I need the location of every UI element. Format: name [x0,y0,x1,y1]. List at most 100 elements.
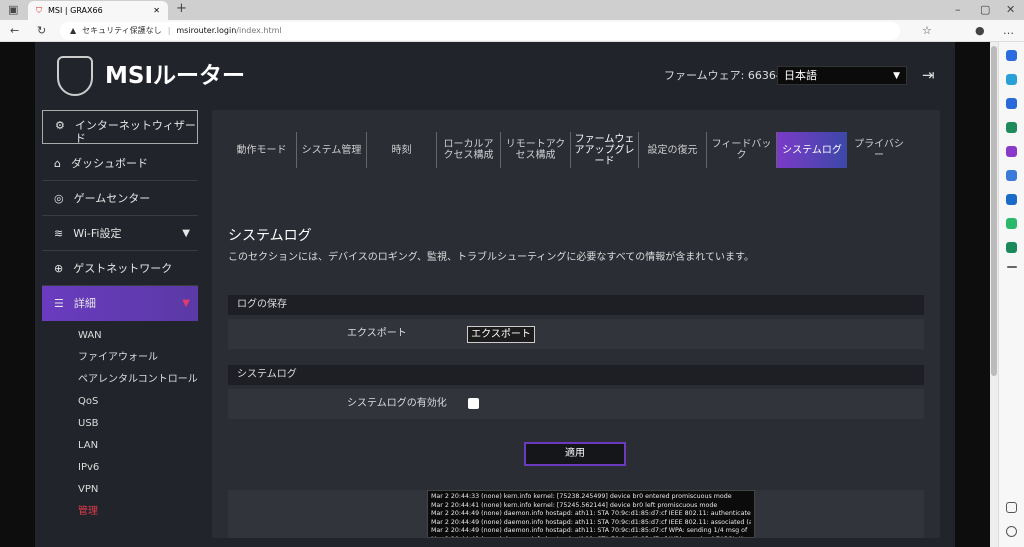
firmware-version: ファームウェア: 663648 [664,69,790,82]
sidebar-item-advanced[interactable]: ☰ 詳細 ▼ [42,286,198,321]
export-button[interactable]: エクスポート [467,326,535,343]
sidebar-sub-firewall[interactable]: ファイアウォール [42,347,198,369]
sidebar-sub-vpn[interactable]: VPN [42,479,198,501]
router-page: MSIルーター ファームウェア: 663648 日本語 ▼ ⇥ ⚙ インターネットウ… [0,42,990,547]
sidebar-item-dashboard[interactable]: ⌂ ダッシュボード [42,146,198,181]
divider [1007,266,1017,268]
sidebar-sub-usb[interactable]: USB [42,413,198,435]
address-bar-row: ← ↻ ▲ セキュリティ保護なし | msirouter.login/index… [0,20,1024,42]
address-bar[interactable]: ▲ セキュリティ保護なし | msirouter.login/index.htm… [60,22,900,40]
gear-icon: ⚙ [55,119,65,132]
tab-operation-mode[interactable]: 動作モード [227,132,297,168]
profile-icon[interactable]: ● [975,24,985,37]
log-textarea[interactable]: Mar 2 20:44:33 (none) kern.info kernel: … [427,490,755,538]
sidebar-sub-wan[interactable]: WAN [42,325,198,347]
tab-title: MSI | GRAX66 [48,5,103,15]
section-header-save-log: ログの保存 [228,295,924,315]
section-header-system-log: システムログ [228,365,924,385]
advanced-submenu: WAN ファイアウォール ペアレンタルコントロール QoS USB LAN IP… [42,321,198,523]
sidebar-sub-admin[interactable]: 管理 [42,501,198,523]
main-panel: 動作モード システム管理 時刻 ローカルアクセス構成 リモートアクセス構成 ファ… [212,110,940,538]
apply-button[interactable]: 適用 [524,442,626,466]
warning-icon: ▲ [70,26,77,35]
sidebar-sub-parental[interactable]: ペアレンタルコントロール [42,369,198,391]
page-title: システムログ [228,228,312,244]
tab-system-management[interactable]: システム管理 [297,132,367,168]
tab-time[interactable]: 時刻 [367,132,437,168]
language-select[interactable]: 日本語 ▼ [777,66,907,85]
browser-tab-bar: ▣ ⛉ MSI | GRAX66 ✕ + – ▢ ✕ [0,0,1024,20]
enable-log-row [228,389,924,419]
logout-icon[interactable]: ⇥ [922,66,935,84]
sidebar-item-label: Wi-Fi設定 [73,226,122,240]
sidebar-item-label: インターネットウィザード [74,119,196,145]
sidebar-sub-lan[interactable]: LAN [42,435,198,457]
games-icon[interactable] [1006,146,1017,157]
log-area: Mar 2 20:44:33 (none) kern.info kernel: … [228,490,924,538]
enable-log-checkbox[interactable] [468,398,479,409]
enable-log-label: システムログの有効化 [347,398,447,409]
log-line: Mar 2 20:44:33 (none) kern.info kernel: … [431,493,732,500]
sidebar-item-label: ゲームセンター [73,191,151,205]
page-scrollbar[interactable] [990,42,998,547]
tab-actions-icon[interactable]: ▣ [8,3,18,16]
brand-title: MSIルーター [105,63,246,89]
tree-icon[interactable] [1006,242,1017,253]
sliders-icon: ☰ [54,297,64,310]
sidebar-item-label: 詳細 [73,297,96,310]
language-value: 日本語 [784,69,817,82]
msi-dragon-logo [57,56,93,96]
log-line: Mar 2 20:44:41 (none) kern.info kernel: … [431,501,718,509]
log-line: Mar 2 20:44:49 (none) daemon.info hostap… [431,527,748,534]
back-icon[interactable]: ← [10,24,19,37]
export-row [228,319,924,349]
settings-icon[interactable] [1006,526,1017,537]
maximize-icon[interactable]: ▢ [980,3,990,16]
send-icon[interactable] [1006,218,1017,229]
refresh-icon[interactable]: ↻ [37,24,46,37]
sidebar-item-wifi[interactable]: ≋ Wi-Fi設定 ▼ [42,216,198,251]
page-description: このセクションには、デバイスのロギング、監視、トラブルシューティングに必要なすべ… [228,252,754,263]
tab-system-log[interactable]: システムログ [777,132,847,168]
tab-remote-access[interactable]: リモートアクセス構成 [501,132,571,168]
search-icon[interactable] [1006,50,1017,61]
outlook-icon[interactable] [1006,194,1017,205]
tag-icon[interactable] [1006,98,1017,109]
sidebar-toggle-icon[interactable] [1006,502,1017,513]
sidebar-item-game-center[interactable]: ◎ ゲームセンター [42,181,198,216]
export-label: エクスポート [347,328,407,339]
wifi-icon: ≋ [54,226,64,240]
sidebar-sub-qos[interactable]: QoS [42,391,198,413]
browser-side-panel [998,42,1024,547]
close-window-icon[interactable]: ✕ [1006,3,1015,16]
sidebar-sub-ipv6[interactable]: IPv6 [42,457,198,479]
bing-icon[interactable] [1006,74,1017,85]
log-line: Mar 2 20:44:49 (none) daemon.info hostap… [431,536,751,538]
tab-firmware-upgrade[interactable]: ファームウェアアップグレード [571,132,639,168]
tab-privacy[interactable]: プライバシー [847,132,911,168]
close-tab-icon[interactable]: ✕ [153,6,160,16]
briefcase-icon[interactable] [1006,122,1017,133]
log-line: Mar 2 20:44:49 (none) daemon.info hostap… [431,510,751,517]
minimize-icon[interactable]: – [955,3,961,16]
scrollbar-thumb[interactable] [991,46,997,376]
office-icon[interactable] [1006,170,1017,181]
dropdown-arrow-icon: ▼ [893,71,900,81]
sidebar-item-label: ゲストネットワーク [73,261,173,275]
tab-restore[interactable]: 設定の復元 [639,132,707,168]
url-path: /index.html [236,26,282,35]
chevron-down-icon[interactable]: ▼ [182,227,190,240]
browser-tab[interactable]: ⛉ MSI | GRAX66 ✕ [28,1,168,20]
globe-icon: ⊕ [54,261,64,275]
url-host: msirouter.login [176,26,237,35]
chevron-down-icon[interactable]: ▼ [182,297,190,310]
security-label[interactable]: セキュリティ保護なし [82,26,162,36]
sidebar-item-internet-wizard[interactable]: ⚙ インターネットウィザード [42,110,198,145]
more-icon[interactable]: … [1003,24,1014,37]
new-tab-icon[interactable]: + [176,2,187,15]
sidebar-item-guest-network[interactable]: ⊕ ゲストネットワーク [42,251,198,286]
log-line: Mar 2 20:44:49 (none) daemon.info hostap… [431,518,751,526]
tab-feedback[interactable]: フィードバック [707,132,777,168]
favorites-icon[interactable]: ☆ [922,24,932,37]
tab-local-access[interactable]: ローカルアクセス構成 [437,132,501,168]
